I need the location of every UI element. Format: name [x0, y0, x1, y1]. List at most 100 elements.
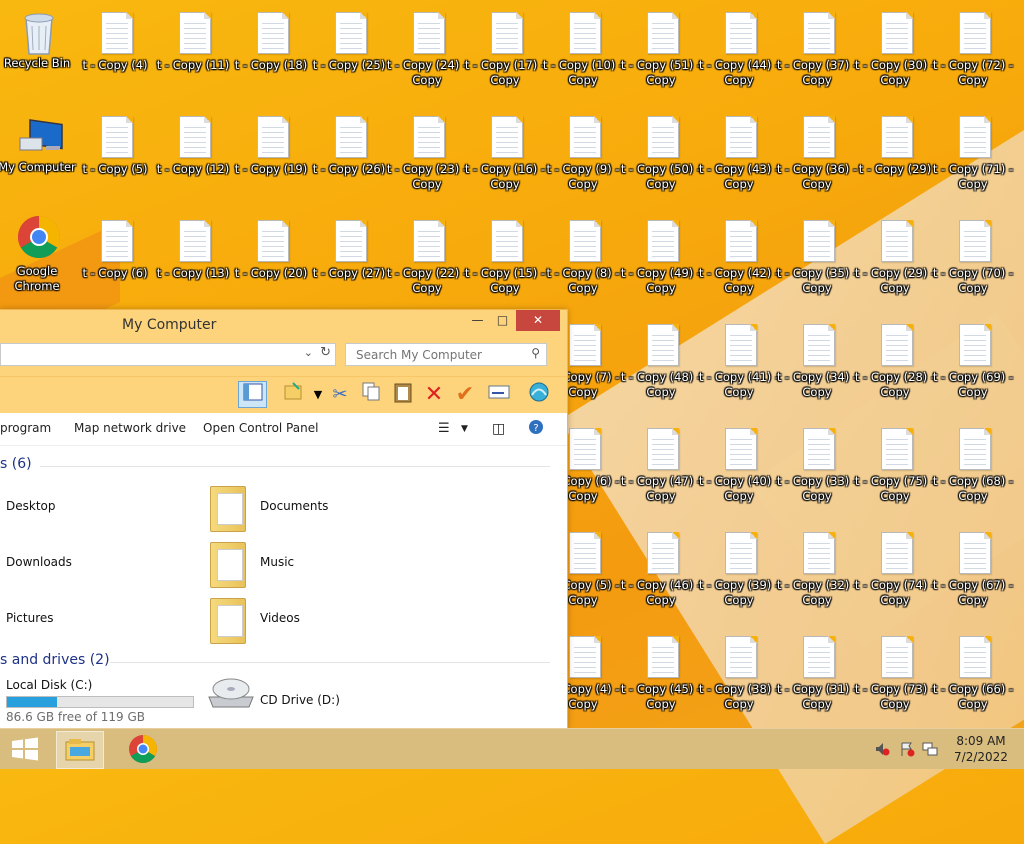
desktop-file-icon[interactable]: t - Copy (70) - Copy [933, 208, 1014, 298]
desktop-icon-my-computer[interactable]: My Computer [0, 104, 78, 194]
desktop-file-icon[interactable]: t - Copy (66) - Copy [933, 624, 1014, 714]
desktop-file-icon[interactable]: t - Copy (24) - Copy [387, 0, 468, 90]
desktop-file-icon[interactable]: t - Copy (10) - Copy [543, 0, 624, 90]
view-options-icon[interactable]: ☰ [438, 421, 450, 436]
folder-downloads[interactable]: Downloads [6, 555, 72, 569]
desktop-file-icon[interactable]: t - Copy (75) - Copy [855, 416, 936, 506]
desktop-file-icon[interactable]: t - Copy (12) [156, 104, 234, 194]
action-center-icon[interactable] [899, 741, 915, 761]
desktop-file-icon[interactable]: t - Copy (47) - Copy [621, 416, 702, 506]
system-clock[interactable]: 8:09 AM 7/2/2022 [946, 733, 1016, 765]
desktop-file-icon[interactable]: t - Copy (49) - Copy [621, 208, 702, 298]
chevron-down-icon[interactable]: ⌄ [304, 346, 313, 359]
desktop-file-icon[interactable]: t - Copy (67) - Copy [933, 520, 1014, 610]
desktop-file-icon[interactable]: t - Copy (22) - Copy [387, 208, 468, 298]
help-icon[interactable]: ? [528, 419, 544, 438]
desktop-file-icon[interactable]: t - Copy (74) - Copy [855, 520, 936, 610]
desktop-file-icon[interactable]: t - Copy (42) - Copy [699, 208, 780, 298]
desktop-file-icon[interactable]: t - Copy (41) - Copy [699, 312, 780, 402]
checkmark-icon[interactable]: ✔ [451, 381, 479, 408]
desktop-file-icon[interactable]: t - Copy (32) - Copy [777, 520, 858, 610]
open-control-panel-command[interactable]: Open Control Panel [203, 421, 318, 435]
maximize-button[interactable]: □ [488, 310, 517, 331]
address-bar[interactable]: ⌄ ↻ [0, 343, 336, 366]
refresh-icon[interactable]: ↻ [320, 345, 331, 360]
desktop-file-icon[interactable]: t - Copy (37) - Copy [777, 0, 858, 90]
folder-videos[interactable]: Videos [260, 611, 300, 625]
desktop-file-icon[interactable]: t - Copy (11) [156, 0, 234, 90]
desktop-file-icon[interactable]: t - Copy (17) - Copy [465, 0, 546, 90]
close-button[interactable]: ✕ [516, 310, 560, 331]
desktop-file-icon[interactable]: t - Copy (72) - Copy [933, 0, 1014, 90]
cut-icon[interactable]: ✂ [326, 381, 354, 408]
desktop-file-icon[interactable]: t - Copy (34) - Copy [777, 312, 858, 402]
network-icon[interactable] [525, 381, 553, 408]
folder-pictures[interactable]: Pictures [6, 611, 54, 625]
windows-start-icon[interactable] [10, 737, 40, 761]
paste-icon[interactable] [389, 381, 417, 408]
desktop-file-icon[interactable]: t - Copy (29) [858, 104, 936, 194]
desktop-icon-recycle-bin[interactable]: Recycle Bin [0, 0, 78, 90]
desktop-icon-google-chrome[interactable]: Google Chrome [0, 208, 78, 298]
desktop-file-icon[interactable]: t - Copy (25) [312, 0, 390, 90]
cd-drive-icon[interactable] [207, 671, 255, 711]
preview-pane-icon[interactable]: ◫ [492, 421, 505, 437]
desktop-file-icon[interactable]: t - Copy (68) - Copy [933, 416, 1014, 506]
file-explorer-taskbar-button[interactable] [56, 731, 104, 769]
copy-icon[interactable] [357, 381, 385, 408]
delete-icon[interactable]: ✕ [420, 381, 448, 408]
desktop-file-icon[interactable]: t - Copy (71) - Copy [933, 104, 1014, 194]
desktop-file-icon[interactable]: t - Copy (4) [78, 0, 156, 90]
uninstall-program-command[interactable]: program [0, 421, 51, 435]
desktop-file-icon[interactable]: t - Copy (30) - Copy [855, 0, 936, 90]
desktop-file-icon[interactable]: t - Copy (35) - Copy [777, 208, 858, 298]
desktop-file-icon[interactable]: t - Copy (33) - Copy [777, 416, 858, 506]
desktop-file-icon[interactable]: t - Copy (39) - Copy [699, 520, 780, 610]
folder-documents[interactable]: Documents [260, 499, 328, 513]
rename-icon[interactable] [485, 381, 513, 408]
desktop-file-icon[interactable]: t - Copy (38) - Copy [699, 624, 780, 714]
videos-folder-icon[interactable] [210, 598, 246, 644]
desktop-file-icon[interactable]: t - Copy (27) [312, 208, 390, 298]
desktop-file-icon[interactable]: t - Copy (28) - Copy [855, 312, 936, 402]
desktop-file-icon[interactable]: t - Copy (23) - Copy [387, 104, 468, 194]
drive-d-name[interactable]: CD Drive (D:) [260, 693, 340, 707]
chevron-down-icon[interactable]: ▼ [461, 424, 468, 434]
desktop-file-icon[interactable]: t - Copy (36) - Copy [777, 104, 858, 194]
desktop-file-icon[interactable]: t - Copy (18) [234, 0, 312, 90]
network-status-icon[interactable] [922, 741, 938, 761]
drive-c-name[interactable]: Local Disk (C:) [6, 678, 92, 692]
folder-icon[interactable] [210, 486, 246, 532]
desktop-file-icon[interactable]: t - Copy (40) - Copy [699, 416, 780, 506]
search-input[interactable] [354, 347, 518, 363]
desktop-file-icon[interactable]: t - Copy (43) - Copy [699, 104, 780, 194]
desktop-file-icon[interactable]: t - Copy (45) - Copy [621, 624, 702, 714]
desktop-file-icon[interactable]: t - Copy (31) - Copy [777, 624, 858, 714]
desktop-file-icon[interactable]: t - Copy (8) - Copy [546, 208, 624, 298]
desktop-file-icon[interactable]: t - Copy (26) [312, 104, 390, 194]
folder-music[interactable]: Music [260, 555, 294, 569]
chrome-taskbar-button[interactable] [120, 731, 166, 767]
desktop-file-icon[interactable]: t - Copy (46) - Copy [621, 520, 702, 610]
search-icon[interactable]: ⚲ [531, 346, 540, 360]
layout-pane-icon[interactable] [238, 381, 267, 408]
desktop-file-icon[interactable]: t - Copy (16) - Copy [465, 104, 546, 194]
desktop-file-icon[interactable]: t - Copy (5) [78, 104, 156, 194]
desktop-file-icon[interactable]: t - Copy (29) - Copy [855, 208, 936, 298]
folder-desktop[interactable]: Desktop [6, 499, 56, 513]
desktop-file-icon[interactable]: t - Copy (15) - Copy [465, 208, 546, 298]
search-box[interactable]: ⚲ [345, 343, 547, 366]
desktop-file-icon[interactable]: t - Copy (20) [234, 208, 312, 298]
desktop-file-icon[interactable]: t - Copy (44) - Copy [699, 0, 780, 90]
desktop-file-icon[interactable]: t - Copy (19) [234, 104, 312, 194]
desktop-file-icon[interactable]: t - Copy (6) [78, 208, 156, 298]
desktop-file-icon[interactable]: t - Copy (73) - Copy [855, 624, 936, 714]
desktop-file-icon[interactable]: t - Copy (69) - Copy [933, 312, 1014, 402]
desktop-file-icon[interactable]: t - Copy (13) [156, 208, 234, 298]
desktop-file-icon[interactable]: t - Copy (9) - Copy [546, 104, 624, 194]
desktop-file-icon[interactable]: t - Copy (48) - Copy [621, 312, 702, 402]
desktop-file-icon[interactable]: t - Copy (50) - Copy [621, 104, 702, 194]
desktop-file-icon[interactable]: t - Copy (51) - Copy [621, 0, 702, 90]
map-network-drive-command[interactable]: Map network drive [74, 421, 186, 435]
volume-muted-icon[interactable] [874, 741, 890, 761]
